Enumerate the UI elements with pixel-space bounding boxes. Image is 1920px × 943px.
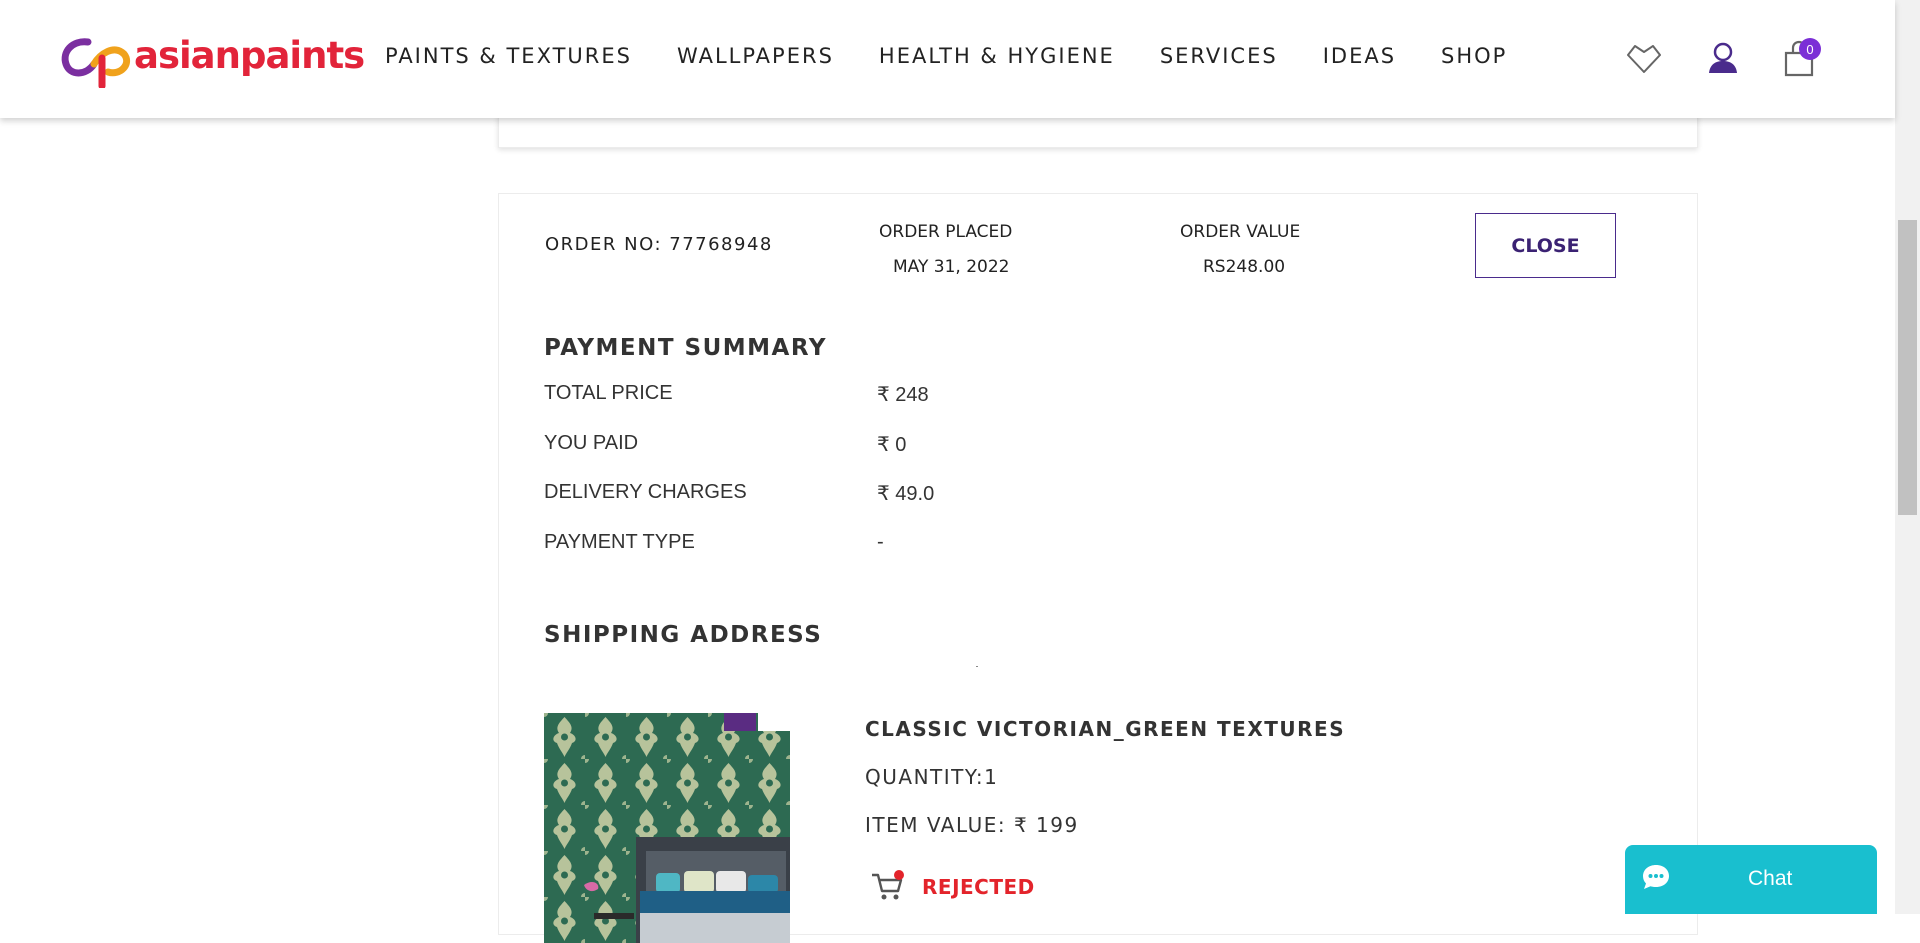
payment-label: YOU PAID bbox=[544, 432, 639, 454]
site-header: asianpaints PAINTS & TEXTURES WALLPAPERS… bbox=[0, 0, 1895, 118]
product-thumbnail-image bbox=[544, 713, 790, 943]
main-nav: PAINTS & TEXTURES WALLPAPERS HEALTH & HY… bbox=[385, 0, 1507, 112]
payment-label: DELIVERY CHARGES bbox=[544, 481, 747, 503]
chat-bubble-icon bbox=[1643, 865, 1669, 889]
payment-row-you-paid: YOU PAID ₹ 0 bbox=[544, 432, 1244, 462]
shipping-address-title: SHIPPING ADDRESS bbox=[544, 622, 823, 648]
asianpaints-logo[interactable]: asianpaints bbox=[58, 28, 365, 88]
order-placed-label: ORDER PLACED bbox=[879, 222, 1013, 242]
order-value-label: ORDER VALUE bbox=[1180, 222, 1301, 242]
payment-label: PAYMENT TYPE bbox=[544, 531, 695, 553]
nav-wallpapers[interactable]: WALLPAPERS bbox=[677, 44, 834, 68]
payment-value: - bbox=[877, 531, 884, 553]
product-image[interactable] bbox=[544, 713, 790, 943]
user-account-icon bbox=[1709, 42, 1737, 73]
chat-button[interactable]: Chat bbox=[1625, 845, 1877, 914]
nav-paints-textures[interactable]: PAINTS & TEXTURES bbox=[385, 44, 632, 68]
logo-text: asianpaints bbox=[134, 33, 365, 77]
order-value-amount: RS248.00 bbox=[1203, 257, 1286, 277]
order-status-badge: REJECTED bbox=[922, 875, 1035, 899]
payment-value: ₹ 0 bbox=[877, 434, 907, 456]
chat-label: Chat bbox=[1748, 867, 1793, 890]
nav-services[interactable]: SERVICES bbox=[1160, 44, 1278, 68]
cart-count-badge: 0 bbox=[1799, 38, 1821, 60]
account-button[interactable] bbox=[1701, 36, 1745, 80]
payment-row-total-price: TOTAL PRICE ₹ 248 bbox=[544, 382, 1244, 412]
page-scrollbar-thumb[interactable] bbox=[1898, 220, 1917, 515]
product-item-value: ITEM VALUE: ₹ 199 bbox=[865, 813, 1079, 837]
nav-ideas[interactable]: IDEAS bbox=[1323, 44, 1396, 68]
product-name[interactable]: CLASSIC VICTORIAN_GREEN TEXTURES bbox=[865, 717, 1345, 741]
payment-row-delivery-charges: DELIVERY CHARGES ₹ 49.0 bbox=[544, 481, 1244, 511]
wishlist-button[interactable] bbox=[1622, 36, 1666, 80]
payment-label: TOTAL PRICE bbox=[544, 382, 673, 404]
nav-shop[interactable]: SHOP bbox=[1441, 44, 1507, 68]
wishlist-heart-icon bbox=[1627, 45, 1661, 73]
nav-health-hygiene[interactable]: HEALTH & HYGIENE bbox=[879, 44, 1115, 68]
payment-value: ₹ 49.0 bbox=[877, 483, 935, 505]
order-placed-date: MAY 31, 2022 bbox=[893, 257, 1010, 277]
payment-value: ₹ 248 bbox=[877, 384, 929, 406]
close-button[interactable]: CLOSE bbox=[1475, 213, 1616, 278]
address-placeholder-dot bbox=[976, 666, 978, 667]
cart-button[interactable]: 0 bbox=[1777, 36, 1821, 80]
product-quantity: QUANTITY:1 bbox=[865, 765, 999, 789]
cart-rejected-icon bbox=[872, 870, 904, 900]
payment-summary-title: PAYMENT SUMMARY bbox=[544, 335, 827, 361]
order-number: ORDER NO: 77768948 bbox=[545, 234, 773, 255]
payment-row-payment-type: PAYMENT TYPE - bbox=[544, 531, 1244, 561]
order-detail-card: ORDER NO: 77768948 ORDER PLACED MAY 31, … bbox=[498, 193, 1698, 943]
logo-mark-icon bbox=[61, 38, 131, 88]
